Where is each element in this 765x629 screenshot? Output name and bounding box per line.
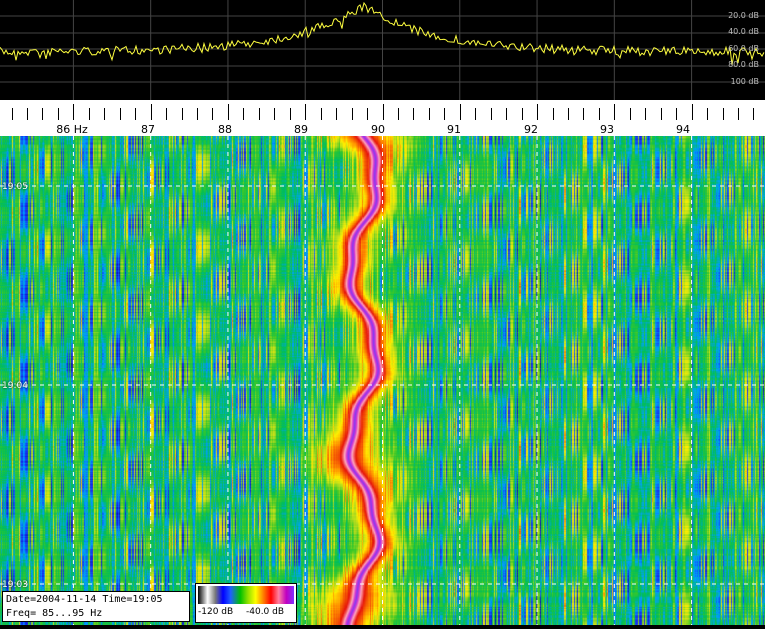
ruler-tick [182, 108, 183, 120]
ruler-tick [599, 108, 600, 120]
db-label: 60.0 dB [728, 44, 759, 53]
spectrum-plot [0, 0, 765, 100]
ruler-tick [583, 108, 584, 120]
ruler-tick [352, 108, 353, 120]
ruler-tick [475, 108, 476, 120]
ruler-tick [321, 108, 322, 120]
ruler-tick [383, 104, 384, 120]
ruler-tick [707, 108, 708, 120]
ruler-tick [58, 108, 59, 120]
ruler-tick [753, 108, 754, 120]
ruler-tick [166, 108, 167, 120]
ruler-tick [89, 108, 90, 120]
ruler-tick [12, 108, 13, 120]
ruler-tick [537, 104, 538, 120]
ruler-tick [336, 108, 337, 120]
freq-label: 87 [141, 123, 155, 136]
ruler-tick [305, 104, 306, 120]
time-label: 19:04 [2, 381, 28, 391]
ruler-tick [553, 108, 554, 120]
ruler-tick [290, 108, 291, 120]
ruler-tick [367, 108, 368, 120]
ruler-tick [568, 108, 569, 120]
info-date-time: Date=2004-11-14 Time=19:05 [6, 594, 163, 605]
time-label: 19:03 [2, 580, 28, 590]
ruler-tick [135, 108, 136, 120]
ruler-tick [522, 108, 523, 120]
freq-label: 86 Hz [56, 123, 88, 136]
ruler-tick [645, 108, 646, 120]
ruler-tick [630, 108, 631, 120]
freq-label: 88 [218, 123, 232, 136]
db-label: 20.0 dB [728, 11, 759, 20]
ruler-tick [738, 108, 739, 120]
db-label: 80.0 dB [728, 60, 759, 69]
ruler-tick [398, 108, 399, 120]
frequency-ruler: 86 Hz 87 88 89 90 91 92 93 94 [0, 100, 765, 136]
ruler-tick [151, 104, 152, 120]
freq-label: 93 [600, 123, 614, 136]
ruler-tick [120, 108, 121, 120]
freq-label: 89 [294, 123, 308, 136]
ruler-tick [444, 108, 445, 120]
color-scale: -120 dB -40.0 dB [195, 583, 297, 623]
spectrogram-grid [0, 136, 765, 625]
ruler-tick [243, 108, 244, 120]
ruler-tick [723, 108, 724, 120]
ruler-tick [661, 108, 662, 120]
ruler-tick [27, 108, 28, 120]
ruler-tick [676, 108, 677, 120]
freq-label: 94 [676, 123, 690, 136]
db-label: 100 dB [730, 77, 759, 86]
ruler-tick [460, 104, 461, 120]
ruler-tick [491, 108, 492, 120]
color-scale-max: -40.0 dB [246, 607, 285, 617]
ruler-tick [429, 108, 430, 120]
ruler-tick [197, 108, 198, 120]
freq-label: 90 [371, 123, 385, 136]
ruler-tick [274, 108, 275, 120]
ruler-tick [228, 104, 229, 120]
time-label: 19:05 [2, 182, 28, 192]
ruler-tick [104, 108, 105, 120]
info-box: Date=2004-11-14 Time=19:05 Freq= 85...95… [2, 591, 190, 622]
ruler-tick [614, 104, 615, 120]
db-label: 40.0 dB [728, 27, 759, 36]
color-scale-min: -120 dB [198, 607, 234, 617]
ruler-tick [42, 108, 43, 120]
freq-label: 92 [524, 123, 538, 136]
ruler-tick [506, 108, 507, 120]
waterfall-spectrogram: 19:05 19:04 19:03 [0, 136, 765, 625]
info-freq-range: Freq= 85...95 Hz [6, 608, 103, 619]
ruler-tick [413, 108, 414, 120]
ruler-tick [73, 104, 74, 120]
freq-label: 91 [447, 123, 461, 136]
ruler-tick [692, 104, 693, 120]
ruler-tick [212, 108, 213, 120]
color-scale-gradient [198, 586, 294, 604]
ruler-tick [259, 108, 260, 120]
spectrum-panel: 20.0 dB 40.0 dB 60.0 dB 80.0 dB 100 dB [0, 0, 765, 100]
